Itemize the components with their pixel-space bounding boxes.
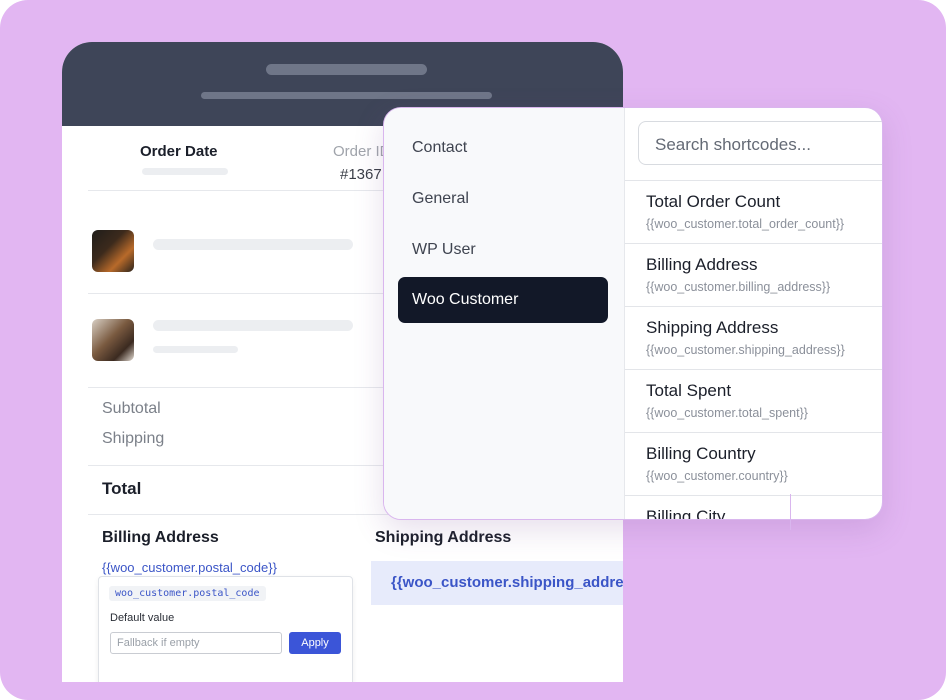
order-id-label: Order ID <box>333 143 391 160</box>
divider <box>88 465 388 466</box>
product-thumbnail-shoe <box>92 319 134 361</box>
shortcode-item-code: {{woo_customer.billing_address}} <box>646 280 831 294</box>
divider <box>88 387 388 388</box>
shortcode-item-title: Shipping Address <box>646 318 779 337</box>
search-shortcodes-input[interactable]: Search shortcodes... <box>638 121 882 165</box>
shipping-label: Shipping <box>102 430 165 447</box>
shortcode-item-total-order-count[interactable]: Total Order Count {{woo_customer.total_o… <box>625 180 882 243</box>
header-placeholder-bar <box>201 92 492 99</box>
shortcode-item-code: {{woo_customer.total_spent}} <box>646 406 808 420</box>
shortcode-fallback-popover: woo_customer.postal_code Default value F… <box>98 576 353 682</box>
shortcode-item-title: Billing Country <box>646 444 756 463</box>
shortcode-item-billing-address[interactable]: Billing Address {{woo_customer.billing_a… <box>625 243 882 306</box>
shipping-address-title: Shipping Address <box>375 529 512 546</box>
order-date-placeholder <box>142 168 228 175</box>
shortcode-item-total-spent[interactable]: Total Spent {{woo_customer.total_spent}} <box>625 369 882 432</box>
search-placeholder: Search shortcodes... <box>655 135 811 154</box>
category-woo-customer-label: Woo Customer <box>412 291 519 308</box>
shortcode-item-shipping-address[interactable]: Shipping Address {{woo_customer.shipping… <box>625 306 882 369</box>
panel-scrollbar[interactable] <box>790 494 791 530</box>
shortcode-picker-panel: Contact General WP User Woo Customer Sea… <box>383 107 883 520</box>
shortcode-item-title: Billing Address <box>646 255 758 274</box>
order-date-label: Order Date <box>140 143 218 160</box>
shortcode-item-code: {{woo_customer.total_order_count}} <box>646 217 845 231</box>
order-id-value: #1367 <box>340 166 382 183</box>
subtotal-label: Subtotal <box>102 400 161 417</box>
shortcode-item-title: Total Spent <box>646 381 732 400</box>
category-general[interactable]: General <box>412 190 469 208</box>
category-woo-customer[interactable]: Woo Customer <box>398 277 608 323</box>
header-placeholder-bar <box>266 64 427 75</box>
shortcode-item-code: {{woo_customer.shipping_address}} <box>646 343 845 357</box>
shortcode-item-billing-city[interactable]: Billing City <box>625 495 882 520</box>
shipping-shortcode-text: {{woo_customer.shipping_address}} <box>391 574 623 591</box>
shortcode-chip: woo_customer.postal_code <box>109 586 266 601</box>
total-label: Total <box>102 479 142 498</box>
category-contact[interactable]: Contact <box>412 139 467 157</box>
divider <box>88 293 388 294</box>
product-meta-placeholder <box>153 346 238 353</box>
shortcode-item-code: {{woo_customer.country}} <box>646 469 788 483</box>
divider <box>88 514 388 515</box>
shortcode-item-title: Billing City <box>646 507 726 520</box>
category-wp-user[interactable]: WP User <box>412 241 476 259</box>
billing-address-title: Billing Address <box>102 529 219 546</box>
product-thumbnail-sneaker <box>92 230 134 272</box>
default-value-label: Default value <box>110 612 175 624</box>
product-name-placeholder <box>153 239 353 250</box>
apply-button[interactable]: Apply <box>289 632 341 654</box>
divider <box>88 190 388 191</box>
shortcode-list: Total Order Count {{woo_customer.total_o… <box>625 180 882 519</box>
shipping-shortcode-tag[interactable]: {{woo_customer.shipping_address}} <box>371 561 623 605</box>
default-value-input[interactable]: Fallback if empty <box>110 632 282 654</box>
product-name-placeholder <box>153 320 353 331</box>
shortcode-category-list: Contact General WP User Woo Customer <box>384 108 625 519</box>
shortcode-item-title: Total Order Count <box>646 192 781 211</box>
billing-shortcode-tag[interactable]: {{woo_customer.postal_code}} <box>102 560 277 575</box>
shortcode-item-billing-country[interactable]: Billing Country {{woo_customer.country}} <box>625 432 882 495</box>
